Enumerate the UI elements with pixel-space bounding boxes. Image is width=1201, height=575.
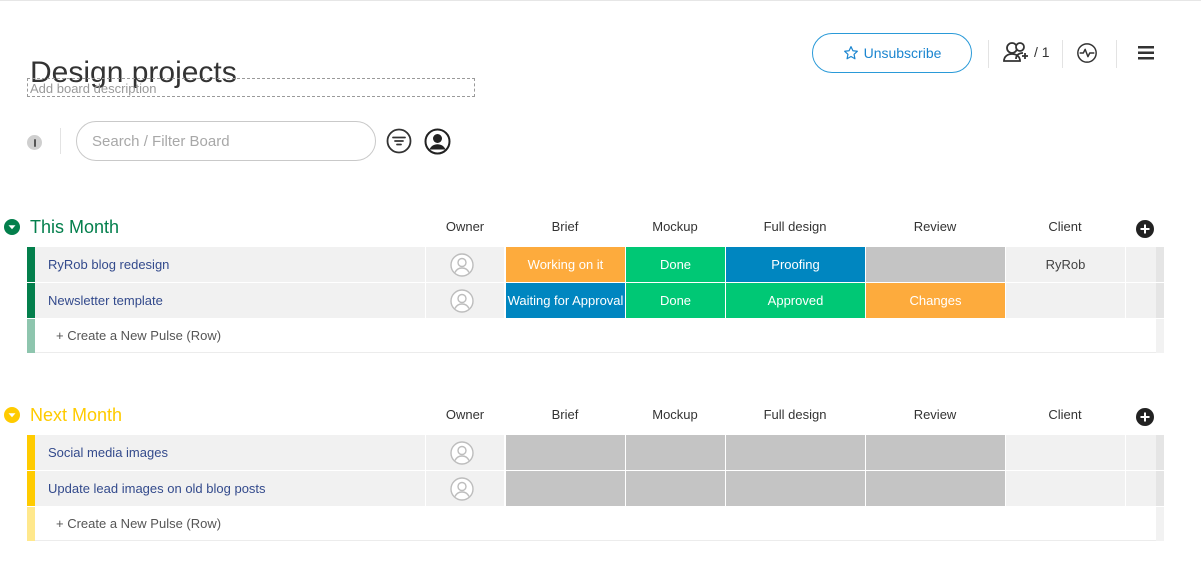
members-icon [1003,42,1028,62]
group-color-bar [27,283,35,318]
chevron-down-icon[interactable] [4,407,20,423]
client-cell[interactable] [1005,283,1125,318]
avatar-placeholder-icon [450,253,474,277]
status-cell-mockup[interactable] [625,435,725,470]
status-cell-brief[interactable]: Working on it [505,247,625,282]
group-color-bar [27,471,35,506]
board-description-field[interactable]: Add board description [27,78,475,97]
toolbar-divider [60,128,61,154]
add-column-icon[interactable] [1136,408,1154,426]
empty-column-cell [1125,283,1156,318]
column-header[interactable]: Client [1005,215,1125,239]
members-count: / 1 [1034,44,1050,60]
table-row[interactable]: Social media images [27,435,1164,470]
pulse-name[interactable]: Newsletter template [35,283,425,318]
group-color-bar [27,507,35,541]
filter-icon[interactable] [386,128,412,154]
status-cell-full-design[interactable]: Approved [725,283,865,318]
column-header[interactable]: Mockup [615,403,735,427]
status-cell-brief[interactable] [505,471,625,506]
unsubscribe-button[interactable]: Unsubscribe [812,33,972,73]
sidebar-toggle[interactable] [27,135,42,150]
activity-icon[interactable] [1076,42,1098,64]
column-header[interactable]: Review [875,403,995,427]
top-border [0,0,1201,1]
status-cell-mockup[interactable] [625,471,725,506]
column-header[interactable]: Brief [505,403,625,427]
search-input[interactable] [76,121,376,161]
column-header[interactable]: Brief [505,215,625,239]
header-divider [1116,40,1117,68]
group-color-bar [27,247,35,282]
status-cell-full-design[interactable]: Proofing [725,247,865,282]
table-row[interactable]: Newsletter template Waiting for Approval D… [27,283,1164,318]
create-pulse-label[interactable]: + Create a New Pulse (Row) [56,507,221,541]
status-cell-brief[interactable]: Waiting for Approval [505,283,625,318]
group-color-bar [27,319,35,353]
row-edge [1156,283,1164,318]
unsubscribe-label: Unsubscribe [863,45,942,61]
client-cell[interactable] [1005,435,1125,470]
status-cell-review[interactable] [865,247,1005,282]
group-title[interactable]: This Month [30,215,119,239]
table-row[interactable]: RyRob blog redesign Working on it Done Proo… [27,247,1164,282]
empty-column-cell [1125,435,1156,470]
status-cell-mockup[interactable]: Done [625,247,725,282]
menu-icon[interactable] [1138,46,1154,60]
add-column-icon[interactable] [1136,220,1154,238]
person-filter-icon[interactable] [424,128,451,155]
status-cell-full-design[interactable] [725,435,865,470]
status-cell-full-design[interactable] [725,471,865,506]
header-divider [1062,40,1063,68]
group-color-bar [27,435,35,470]
avatar-placeholder-icon [450,441,474,465]
create-pulse-row[interactable]: + Create a New Pulse (Row) [27,507,1164,541]
pulse-name[interactable]: Social media images [35,435,425,470]
column-header[interactable]: Full design [735,403,855,427]
avatar-placeholder-icon [450,289,474,313]
row-edge [1156,247,1164,282]
star-icon [843,46,858,60]
empty-column-cell [1125,471,1156,506]
group-header: Next Month Owner Brief Mockup Full design Rev… [0,403,1201,427]
row-edge [1156,435,1164,470]
group-title[interactable]: Next Month [30,403,122,427]
status-cell-review[interactable]: Changes [865,283,1005,318]
column-header[interactable]: Full design [735,215,855,239]
owner-cell[interactable] [425,283,504,318]
group-header: This Month Owner Brief Mockup Full design Rev… [0,215,1201,239]
row-edge [1156,507,1164,541]
create-pulse-row[interactable]: + Create a New Pulse (Row) [27,319,1164,353]
header-divider [988,40,989,68]
status-cell-review[interactable] [865,471,1005,506]
owner-cell[interactable] [425,247,504,282]
column-header[interactable]: Review [875,215,995,239]
row-edge [1156,471,1164,506]
client-cell[interactable] [1005,471,1125,506]
column-header[interactable]: Client [1005,403,1125,427]
status-cell-review[interactable] [865,435,1005,470]
empty-column-cell [1125,247,1156,282]
pulse-name[interactable]: Update lead images on old blog posts [35,471,425,506]
avatar-placeholder-icon [450,477,474,501]
pulse-name[interactable]: RyRob blog redesign [35,247,425,282]
chevron-down-icon[interactable] [4,219,20,235]
row-edge [1156,319,1164,353]
status-cell-brief[interactable] [505,435,625,470]
status-cell-mockup[interactable]: Done [625,283,725,318]
create-pulse-label[interactable]: + Create a New Pulse (Row) [56,319,221,353]
board-members-button[interactable]: / 1 [1002,40,1050,64]
owner-cell[interactable] [425,471,504,506]
table-row[interactable]: Update lead images on old blog posts [27,471,1164,506]
owner-cell[interactable] [425,435,504,470]
column-header[interactable]: Mockup [615,215,735,239]
client-cell[interactable]: RyRob [1005,247,1125,282]
